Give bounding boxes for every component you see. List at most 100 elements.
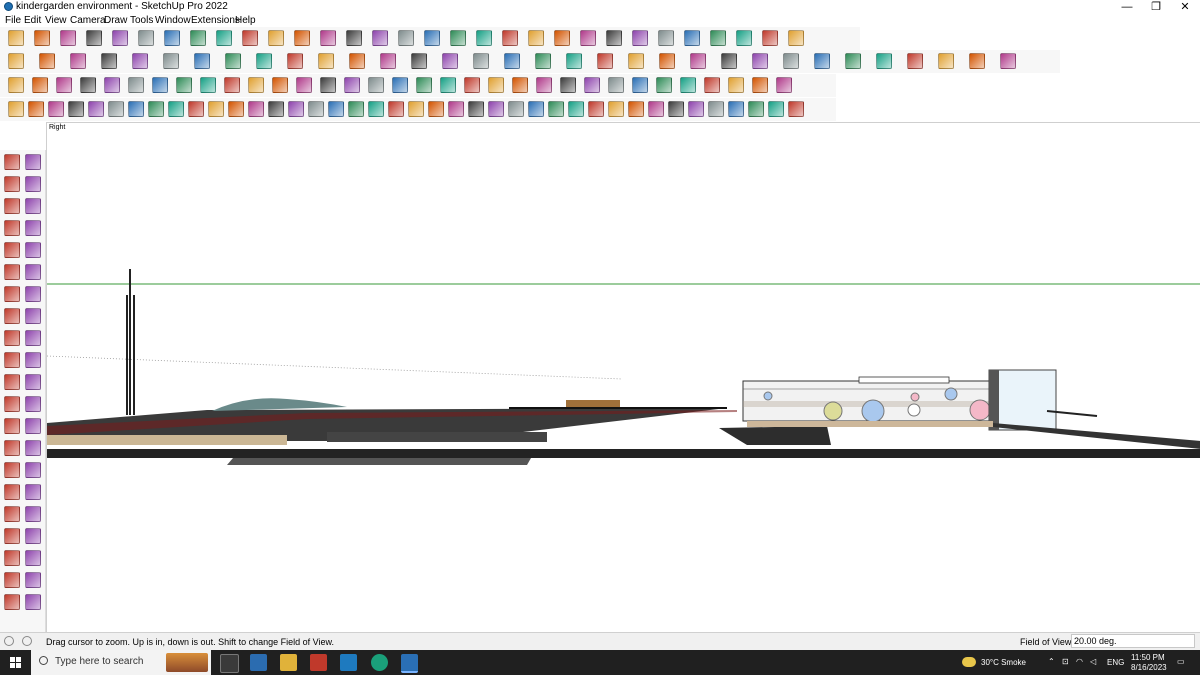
cube-green-icon[interactable] — [488, 77, 504, 93]
array-u-icon[interactable] — [708, 101, 724, 117]
eraser-icon[interactable] — [60, 30, 76, 46]
pipe-icon[interactable] — [68, 101, 84, 117]
menu-camera[interactable]: Camera — [70, 15, 106, 26]
material-icon[interactable] — [56, 77, 72, 93]
freehand-icon[interactable] — [25, 220, 41, 236]
bevel-alt-icon[interactable] — [268, 101, 284, 117]
help-icon[interactable] — [22, 636, 32, 646]
polygon-icon[interactable] — [25, 264, 41, 280]
array-v-icon[interactable] — [728, 101, 744, 117]
three-point-arc-icon[interactable] — [25, 308, 41, 324]
walk-icon[interactable] — [658, 30, 674, 46]
array-s-icon[interactable] — [668, 101, 684, 117]
modeling-viewport[interactable]: Right — [46, 122, 1200, 633]
array-o-icon[interactable] — [588, 101, 604, 117]
move-icon[interactable] — [4, 330, 20, 346]
axes-icon[interactable] — [632, 30, 648, 46]
photos-app-icon[interactable] — [340, 654, 357, 671]
box-brown-icon[interactable] — [440, 77, 456, 93]
cube-stack-icon[interactable] — [512, 77, 528, 93]
curve-a-icon[interactable] — [128, 101, 144, 117]
section-plane-icon[interactable] — [25, 550, 41, 566]
windows-start-icon[interactable] — [10, 657, 21, 668]
paint-bucket-icon[interactable] — [4, 176, 20, 192]
text-icon[interactable] — [294, 30, 310, 46]
styles-icon[interactable] — [528, 30, 544, 46]
menu-draw[interactable]: Draw — [104, 15, 127, 26]
array-d-icon[interactable] — [368, 101, 384, 117]
tape-measure-icon[interactable] — [4, 396, 20, 412]
shape-icon[interactable] — [504, 53, 520, 69]
scale-icon[interactable] — [194, 53, 210, 69]
array-h-icon[interactable] — [448, 101, 464, 117]
return-icon[interactable] — [464, 77, 480, 93]
orbit-alt-icon[interactable] — [4, 462, 20, 478]
orbit-icon[interactable] — [346, 30, 362, 46]
acrobat-app-icon[interactable] — [310, 654, 327, 671]
wifi-icon[interactable]: ◠ — [1076, 657, 1083, 666]
settings-icon[interactable] — [1000, 53, 1016, 69]
array-e-icon[interactable] — [388, 101, 404, 117]
paint-icon[interactable] — [845, 53, 861, 69]
move-icon[interactable] — [216, 30, 232, 46]
array-i-icon[interactable] — [468, 101, 484, 117]
polygon-icon[interactable] — [597, 53, 613, 69]
undo-icon[interactable] — [736, 30, 752, 46]
look-around-icon[interactable] — [25, 528, 41, 544]
notifications-icon[interactable]: ▭ — [1177, 657, 1185, 666]
smoove-icon[interactable] — [25, 572, 41, 588]
flag-icon[interactable] — [788, 30, 804, 46]
eraser-icon[interactable] — [25, 176, 41, 192]
model-icon[interactable] — [969, 53, 985, 69]
grid-alt-icon[interactable] — [776, 77, 792, 93]
walk-icon[interactable] — [4, 550, 20, 566]
rectangle-icon[interactable] — [138, 30, 154, 46]
push-purple-icon[interactable] — [132, 53, 148, 69]
protractor-icon[interactable] — [4, 418, 20, 434]
task-view-icon[interactable] — [220, 654, 239, 673]
dimension-icon[interactable] — [25, 396, 41, 412]
array-c-icon[interactable] — [348, 101, 364, 117]
pie-icon[interactable] — [25, 286, 41, 302]
push-pull-icon[interactable] — [164, 30, 180, 46]
blue-face-icon[interactable] — [8, 77, 24, 93]
axes-icon[interactable] — [4, 440, 20, 456]
array-j-icon[interactable] — [488, 101, 504, 117]
previous-view-icon[interactable] — [25, 506, 41, 522]
blue-cube-icon[interactable] — [32, 77, 48, 93]
array-b-icon[interactable] — [328, 101, 344, 117]
select-icon[interactable] — [4, 154, 20, 170]
line-icon[interactable] — [48, 101, 64, 117]
house-outline-icon[interactable] — [380, 53, 396, 69]
orbit-icon[interactable] — [25, 154, 41, 170]
offset-icon[interactable] — [25, 374, 41, 390]
push-pull-icon[interactable] — [25, 330, 41, 346]
sandbox-icon[interactable] — [476, 30, 492, 46]
select-icon[interactable] — [34, 30, 50, 46]
component-icon[interactable] — [4, 198, 20, 214]
clock-date[interactable]: 8/16/2023 — [1131, 663, 1167, 672]
rotated-rect-icon[interactable] — [25, 242, 41, 258]
array-y-icon[interactable] — [788, 101, 804, 117]
hexagon-icon[interactable] — [566, 53, 582, 69]
curve-icon[interactable] — [752, 77, 768, 93]
lock-icon[interactable] — [344, 77, 360, 93]
user-icon[interactable] — [554, 30, 570, 46]
measurements-input[interactable]: 20.00 deg. — [1071, 634, 1195, 648]
pencil-icon[interactable] — [25, 198, 41, 214]
restore-button[interactable]: ❐ — [1141, 0, 1171, 14]
pan-icon[interactable] — [25, 462, 41, 478]
zoom-extents-icon[interactable] — [424, 30, 440, 46]
text-3d-icon[interactable] — [411, 53, 427, 69]
array-r-icon[interactable] — [648, 101, 664, 117]
zoom-icon[interactable] — [8, 30, 24, 46]
cube-red-icon[interactable] — [536, 77, 552, 93]
fillet-a-icon[interactable] — [168, 101, 184, 117]
position-camera-icon[interactable] — [4, 528, 20, 544]
zoom-window-icon[interactable] — [25, 484, 41, 500]
text-icon[interactable] — [25, 418, 41, 434]
follow-me-icon[interactable] — [190, 30, 206, 46]
ellipse-icon[interactable] — [752, 53, 768, 69]
zoom-window-icon[interactable] — [398, 30, 414, 46]
frame-icon[interactable] — [152, 77, 168, 93]
